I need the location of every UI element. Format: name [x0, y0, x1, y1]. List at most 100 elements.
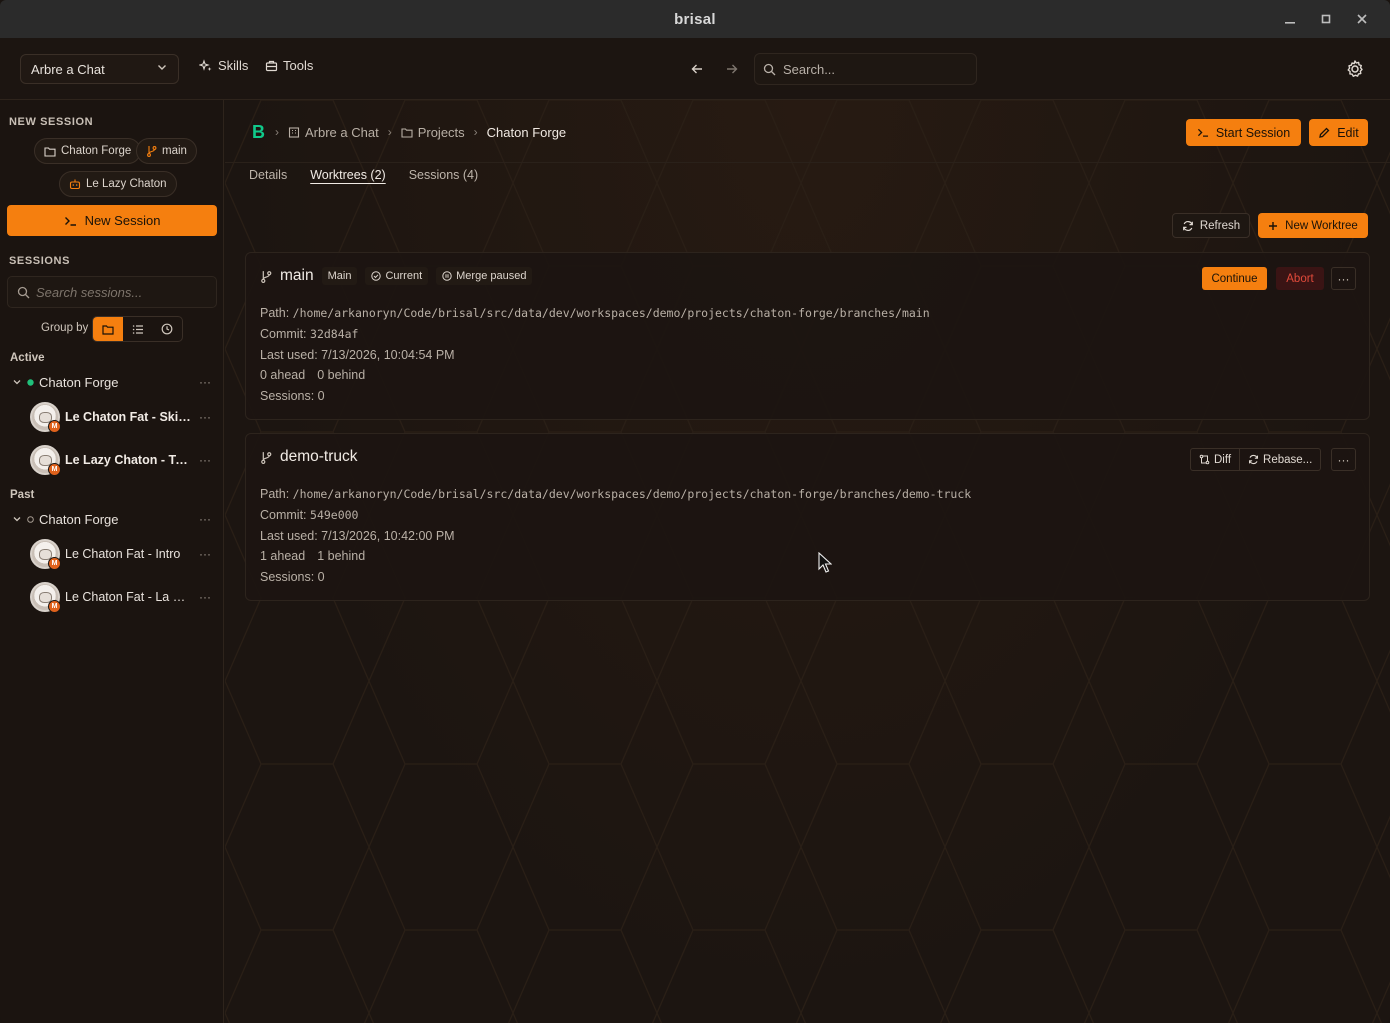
- path-label: Path:: [260, 487, 290, 501]
- project-more-icon[interactable]: ···: [199, 512, 211, 526]
- new-session-label: New Session: [84, 213, 161, 228]
- more-options-icon[interactable]: ···: [1331, 267, 1356, 290]
- current-status-badge: Current: [365, 267, 429, 285]
- session-item[interactable]: M Le Chaton Fat - Skill... ···: [30, 401, 217, 433]
- toolbox-icon: [265, 60, 278, 72]
- active-project-name: Chaton Forge: [39, 374, 119, 390]
- session-more-icon[interactable]: ···: [199, 453, 211, 467]
- group-by-list-icon[interactable]: [123, 317, 153, 341]
- edit-button[interactable]: Edit: [1309, 119, 1368, 146]
- breadcrumb-workspace[interactable]: Arbre a Chat: [288, 125, 379, 140]
- group-by-label: Group by: [41, 322, 89, 334]
- back-arrow-icon[interactable]: [686, 58, 708, 80]
- cat-avatar: M: [30, 445, 61, 476]
- session-more-icon[interactable]: ···: [199, 590, 211, 604]
- main-panel: B › Arbre a Chat › Projects › Chaton For…: [225, 100, 1390, 1023]
- tools-link[interactable]: Tools: [265, 58, 313, 73]
- tab-sessions[interactable]: Sessions (4): [409, 168, 478, 182]
- bot-icon: [69, 179, 81, 190]
- project-chip[interactable]: Chaton Forge: [34, 138, 142, 164]
- breadcrumb-projects[interactable]: Projects: [401, 125, 465, 140]
- git-branch-icon: [261, 270, 272, 283]
- group-by-folder-icon[interactable]: [93, 317, 123, 341]
- start-session-button[interactable]: Start Session: [1186, 119, 1301, 146]
- worktree-branch-name: main: [280, 267, 314, 284]
- past-project-name: Chaton Forge: [39, 511, 119, 527]
- window-title: brisal: [674, 10, 716, 28]
- behind-count: 1 behind: [317, 549, 366, 563]
- forward-arrow-icon[interactable]: [721, 58, 743, 80]
- skills-link[interactable]: Skills: [199, 58, 248, 73]
- search-icon: [17, 286, 30, 299]
- worktree-header: demo-truck: [260, 448, 358, 466]
- chevron-down-icon: [158, 65, 166, 70]
- ahead-count: 1 ahead: [260, 549, 306, 563]
- new-session-heading: NEW SESSION: [9, 116, 94, 128]
- terminal-icon: [64, 216, 76, 226]
- tab-worktrees[interactable]: Worktrees (2): [310, 168, 385, 182]
- app-logo[interactable]: B: [252, 122, 266, 143]
- session-item[interactable]: M Le Chaton Fat - La Fo... ···: [30, 581, 217, 613]
- minimize-icon[interactable]: [1272, 0, 1308, 38]
- session-search-input[interactable]: Search sessions...: [7, 276, 217, 308]
- mouse-cursor-icon: [818, 552, 832, 573]
- cat-avatar: M: [30, 539, 61, 570]
- session-more-icon[interactable]: ···: [199, 410, 211, 424]
- agent-chip[interactable]: Le Lazy Chaton: [59, 171, 177, 197]
- rebase-button[interactable]: Rebase...: [1239, 449, 1320, 470]
- group-by-clock-icon[interactable]: [152, 317, 182, 341]
- search-icon: [763, 63, 776, 76]
- maximize-icon[interactable]: [1308, 0, 1344, 38]
- refresh-label: Refresh: [1199, 219, 1241, 232]
- group-by-toggle: [92, 316, 183, 342]
- abort-button[interactable]: Abort: [1276, 267, 1324, 290]
- refresh-button[interactable]: Refresh: [1172, 213, 1250, 238]
- path-label: Path:: [260, 306, 290, 320]
- commit-label: Commit:: [260, 327, 307, 341]
- refresh-icon: [1182, 220, 1193, 231]
- session-item[interactable]: M Le Lazy Chaton - To... ···: [30, 444, 217, 476]
- chevron-down-icon: [13, 380, 21, 385]
- past-project-row[interactable]: Chaton Forge ···: [12, 508, 217, 530]
- session-more-icon[interactable]: ···: [199, 547, 211, 561]
- global-search-input[interactable]: Search...: [754, 53, 977, 85]
- diff-button[interactable]: Diff: [1191, 449, 1239, 470]
- sidebar: NEW SESSION Chaton Forge main Le Lazy Ch…: [0, 100, 224, 1023]
- sparkles-icon: [199, 58, 212, 71]
- new-worktree-button[interactable]: New Worktree: [1258, 213, 1368, 238]
- worktree-header: main Main Current Merge paused: [260, 267, 533, 285]
- title-bar: brisal: [0, 0, 1390, 38]
- skills-label: Skills: [218, 58, 249, 73]
- close-icon[interactable]: [1344, 0, 1380, 38]
- branch-chip-label: main: [162, 145, 187, 157]
- worktree-branch-name: demo-truck: [280, 448, 358, 465]
- project-more-icon[interactable]: ···: [199, 375, 211, 389]
- avatar-badge: M: [48, 600, 61, 613]
- avatar-badge: M: [48, 420, 61, 433]
- avatar-badge: M: [48, 557, 61, 570]
- project-chip-label: Chaton Forge: [61, 145, 132, 157]
- path-value: /home/arkanoryn/Code/brisal/src/data/dev…: [292, 487, 972, 501]
- cat-avatar: M: [30, 582, 61, 613]
- ahead-count: 0 ahead: [260, 368, 306, 382]
- session-item[interactable]: M Le Chaton Fat - Intro ···: [30, 538, 217, 570]
- worktree-path: Path: /home/arkanoryn/Code/brisal/src/da…: [260, 487, 971, 501]
- more-options-icon[interactable]: ···: [1331, 448, 1356, 471]
- branch-chip[interactable]: main: [136, 138, 197, 164]
- worktree-card: demo-truck Diff Rebase... ··· Path: /hom…: [245, 433, 1370, 601]
- settings-gear-icon[interactable]: [1344, 58, 1366, 80]
- app-window: brisal Arbre a Chat Skills Tools Search.…: [0, 0, 1390, 1023]
- git-branch-icon: [261, 451, 272, 464]
- tab-details[interactable]: Details: [249, 168, 287, 182]
- git-branch-icon: [147, 146, 157, 157]
- active-status-dot-icon: [27, 378, 34, 386]
- past-group-label: Past: [10, 489, 35, 501]
- continue-button[interactable]: Continue: [1202, 267, 1267, 290]
- active-project-row[interactable]: Chaton Forge ···: [12, 371, 217, 393]
- building-icon: [288, 127, 300, 138]
- worktree-ahead-behind: 1 ahead 1 behind: [260, 549, 365, 563]
- workspace-select[interactable]: Arbre a Chat: [20, 54, 179, 84]
- edit-label: Edit: [1337, 125, 1359, 140]
- sessions-heading: SESSIONS: [9, 255, 71, 267]
- new-session-button[interactable]: New Session: [7, 205, 217, 236]
